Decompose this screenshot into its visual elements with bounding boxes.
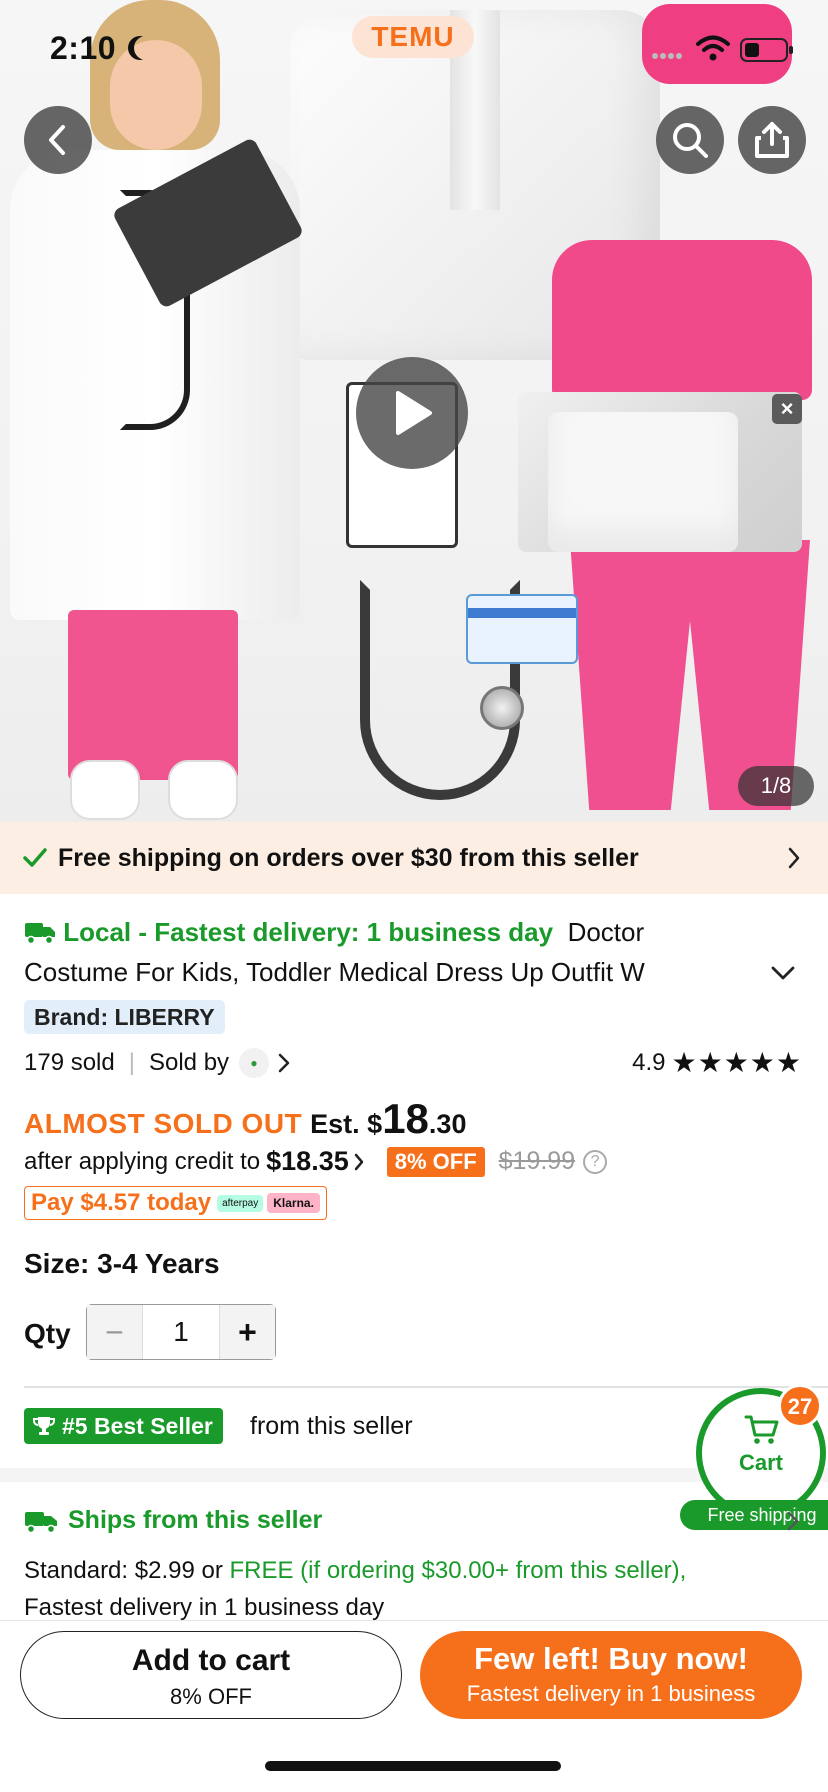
original-price: $19.99 <box>498 1147 576 1175</box>
chevron-down-icon[interactable] <box>770 964 796 982</box>
chevron-right-icon <box>354 1153 363 1170</box>
add-to-cart-label: Add to cart <box>131 1644 291 1677</box>
after-credit-label: after applying credit to <box>24 1147 261 1175</box>
play-icon <box>396 391 432 435</box>
shipping-details: Standard: $2.99 or FREE (if ordering $30… <box>24 1552 814 1626</box>
seller-avatar[interactable]: ● <box>239 1048 270 1078</box>
quantity-stepper: − 1 + <box>86 1304 276 1360</box>
image-counter: 1/8 <box>738 766 814 806</box>
est-label: Est. $ <box>310 1109 383 1139</box>
bottom-action-bar: Add to cart 8% OFF Few left! Buy now! Fa… <box>0 1620 828 1792</box>
chevron-left-icon <box>49 125 65 155</box>
standard-shipping-text: Standard: $2.99 or <box>24 1557 230 1584</box>
close-icon[interactable]: × <box>772 394 802 424</box>
ships-from-seller-row[interactable]: Ships from this seller <box>24 1506 804 1535</box>
share-icon <box>755 122 789 158</box>
chevron-right-icon <box>787 1511 799 1531</box>
child-model-face <box>110 40 202 150</box>
child-model-shoe <box>70 760 140 820</box>
share-button[interactable] <box>738 106 806 174</box>
buy-now-button[interactable]: Few left! Buy now! Fastest delivery in 1… <box>420 1631 802 1719</box>
price-row: ALMOST SOLD OUT Est. $ 18 .30 <box>24 1095 466 1143</box>
price-dollars: 18 <box>382 1095 429 1142</box>
mini-video-preview[interactable] <box>518 392 802 552</box>
buy-now-sub: Fastest delivery in 1 business <box>466 1681 756 1706</box>
best-seller-suffix: from this seller <box>250 1412 413 1440</box>
cart-icon <box>744 1415 779 1444</box>
credit-row[interactable]: after applying credit to $18.35 8% OFF $… <box>24 1146 608 1177</box>
discount-badge: 8% OFF <box>386 1146 485 1177</box>
brand-tag[interactable]: Brand: LIBERRY <box>24 1000 225 1034</box>
add-to-cart-sub: 8% OFF <box>170 1684 252 1709</box>
qty-value[interactable]: 1 <box>143 1305 219 1359</box>
product-title[interactable]: Local - Fastest delivery: 1 business day… <box>24 912 784 992</box>
check-icon <box>23 848 47 867</box>
product-page: 2:10 TEMU × 1/8 Free shipping on orders … <box>0 0 828 1792</box>
moon-icon <box>134 36 158 60</box>
klarna-logo: Klarna. <box>267 1193 320 1213</box>
chevron-right-icon <box>788 847 800 869</box>
cart-count-badge: 27 <box>778 1384 822 1428</box>
sold-count: 179 sold <box>24 1049 115 1076</box>
qty-decrease-button[interactable]: − <box>87 1305 143 1359</box>
ships-title: Ships from this seller <box>68 1506 323 1534</box>
qty-label: Qty <box>24 1318 71 1349</box>
afterpay-logo: afterpay <box>217 1194 264 1212</box>
fastest-delivery-text: Fastest delivery in 1 business day <box>24 1594 385 1621</box>
add-to-cart-button[interactable]: Add to cart 8% OFF <box>20 1631 402 1719</box>
product-rating[interactable]: 4.9 ★★★★★ <box>632 1046 802 1079</box>
temu-logo: TEMU <box>352 16 474 58</box>
id-badge-image <box>466 594 578 664</box>
star-rating-icon: ★★★★★ <box>671 1047 802 1078</box>
play-video-button[interactable] <box>356 357 468 469</box>
price-cents: .30 <box>428 1109 467 1139</box>
stethoscope-head-image <box>480 686 524 730</box>
free-shipping-condition: FREE (if ordering $30.00+ from this sell… <box>229 1557 687 1584</box>
almost-sold-out-label: ALMOST SOLD OUT <box>24 1108 303 1139</box>
wifi-icon <box>696 35 730 61</box>
status-time: 2:10 <box>50 30 117 66</box>
title-text-part2: Costume For Kids, Toddler Medical Dress … <box>24 957 645 987</box>
size-selector[interactable]: Size: 3-4 Years <box>24 1248 220 1280</box>
delivery-tag: Local - Fastest delivery: 1 business day <box>63 917 554 947</box>
sold-by-label: Sold by <box>148 1049 230 1076</box>
trophy-icon <box>33 1417 55 1435</box>
buy-now-label: Few left! Buy now! <box>474 1641 748 1676</box>
pay-later-box[interactable]: Pay $4.57 today afterpay Klarna. <box>24 1186 327 1220</box>
local-delivery-truck-icon <box>25 923 55 945</box>
battery-icon <box>740 38 793 62</box>
free-shipping-text: Free shipping on orders over $30 from th… <box>58 843 639 872</box>
separator: | <box>128 1049 135 1076</box>
free-shipping-banner[interactable]: Free shipping on orders over $30 from th… <box>0 822 828 894</box>
best-seller-badge[interactable]: #5 Best Seller <box>24 1408 223 1444</box>
cart-label: Cart <box>738 1450 783 1475</box>
home-indicator[interactable] <box>265 1761 561 1771</box>
search-icon <box>673 123 708 158</box>
child-model-pants <box>68 610 238 780</box>
delivery-truck-icon <box>25 1511 57 1533</box>
credit-amount: $18.35 <box>266 1146 349 1176</box>
title-text-part1: Doctor <box>567 917 645 947</box>
back-button[interactable] <box>24 106 92 174</box>
search-button[interactable] <box>656 106 724 174</box>
rating-value: 4.9 <box>632 1048 666 1076</box>
best-seller-text: #5 Best Seller <box>62 1412 213 1439</box>
chevron-right-icon[interactable] <box>277 1052 291 1074</box>
pay-today-text: Pay $4.57 today <box>31 1189 212 1216</box>
qty-increase-button[interactable]: + <box>219 1305 275 1359</box>
child-model-shoe <box>168 760 238 820</box>
cellular-signal-icon <box>652 46 688 59</box>
pink-scrub-top-image <box>552 240 812 400</box>
help-icon[interactable]: ? <box>583 1149 608 1174</box>
